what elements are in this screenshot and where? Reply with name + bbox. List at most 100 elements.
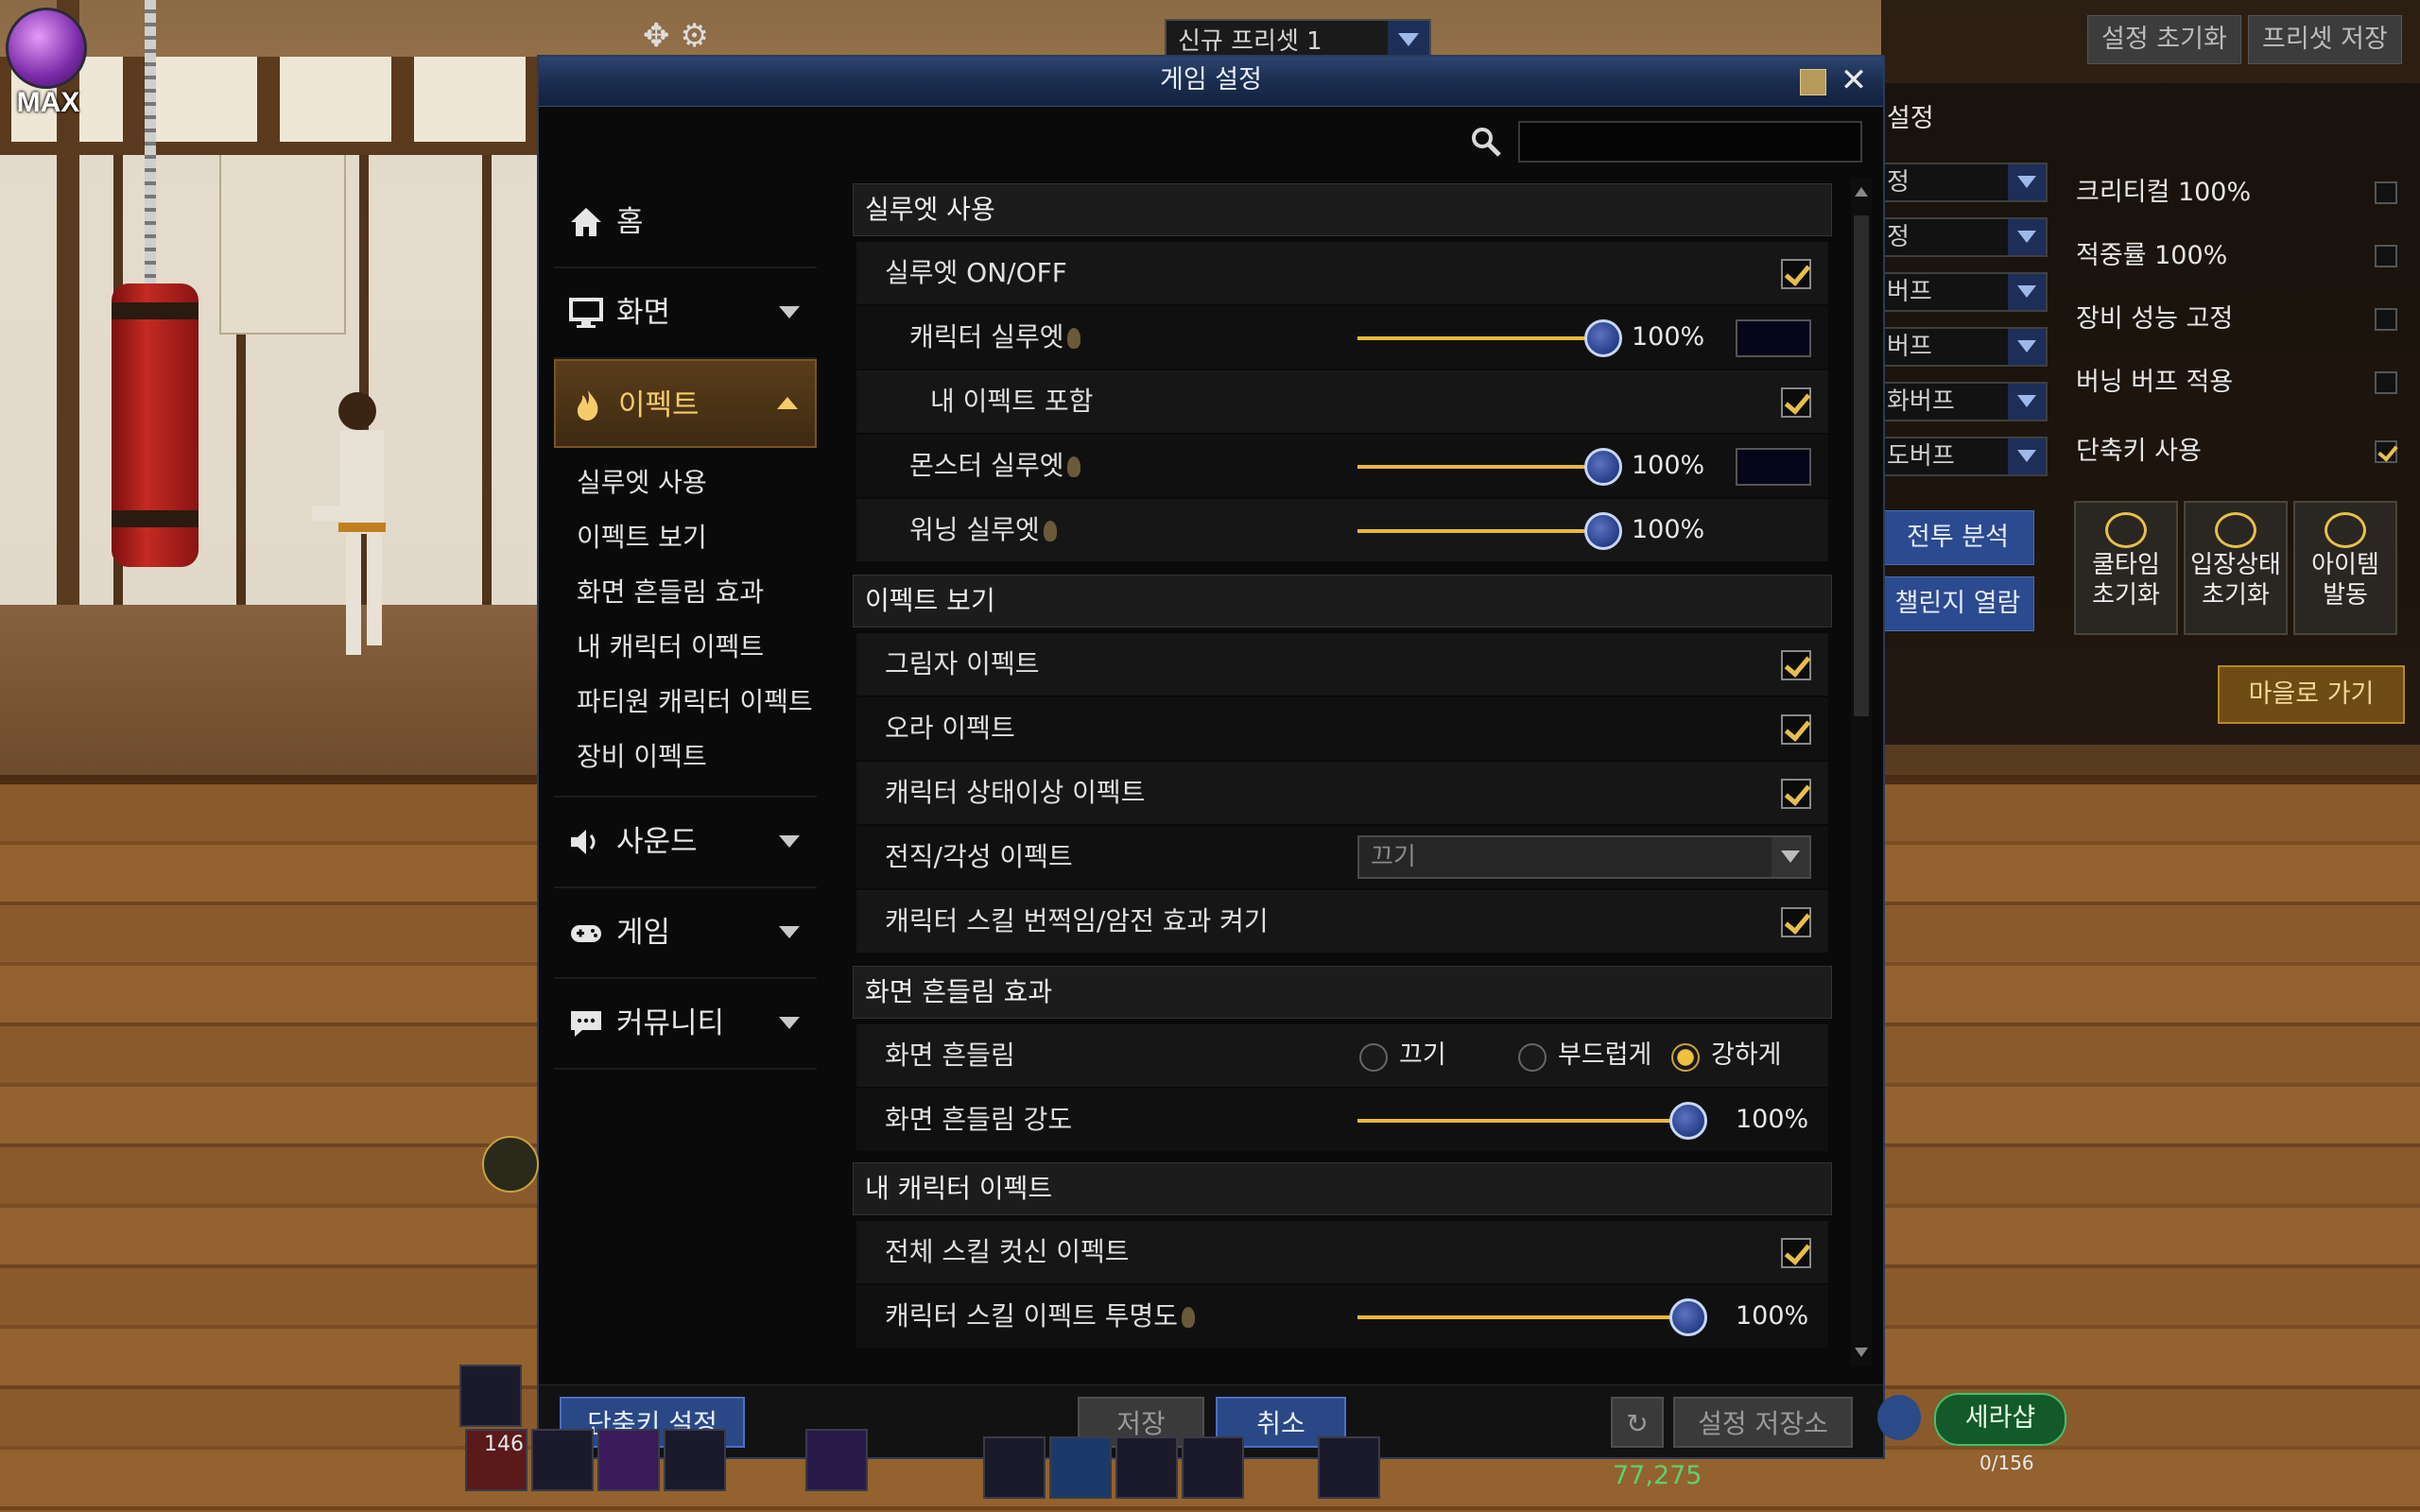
skill-slot[interactable] <box>1318 1436 1380 1499</box>
slider-knob[interactable] <box>1669 1102 1707 1140</box>
bell-icon[interactable] <box>1877 1395 1921 1440</box>
max-level-badge[interactable]: MAX <box>6 8 89 118</box>
checkbox-checked[interactable] <box>1781 779 1811 809</box>
skill-slot[interactable] <box>983 1436 1046 1499</box>
gear-icon[interactable]: ⚙ <box>680 17 708 55</box>
setting-dropdown[interactable]: 정 <box>1881 163 2048 202</box>
reset-settings-button[interactable]: 설정 초기화 <box>2087 15 2241 64</box>
reset-cooldown-tile[interactable]: 쿨타임 초기화 <box>2074 501 2178 635</box>
home-icon <box>571 208 601 236</box>
nav-sound[interactable]: 사운드 <box>554 796 817 888</box>
color-swatch[interactable] <box>1736 319 1811 357</box>
nav-sub-effect-view[interactable]: 이펙트 보기 <box>554 510 817 565</box>
panel-title: 설정 <box>1887 104 1934 133</box>
critical-100-row[interactable]: 크리티컬 100% <box>2076 174 2397 212</box>
setting-dropdown[interactable]: 버프 <box>1881 272 2048 312</box>
move-gear-icons[interactable]: ✥ ⚙ <box>643 17 709 55</box>
silhouette-onoff-row[interactable]: 실루엣 ON/OFF <box>856 242 1828 304</box>
checkbox[interactable] <box>2375 245 2397 267</box>
slider-knob[interactable] <box>1584 319 1622 357</box>
nav-sub-screen-shake[interactable]: 화면 흔들림 효과 <box>554 565 817 620</box>
buff-slot[interactable] <box>459 1365 522 1427</box>
setting-dropdown[interactable]: 도버프 <box>1881 437 2048 476</box>
scroll-down-icon[interactable] <box>1855 1348 1868 1357</box>
close-icon[interactable]: ✕ <box>1836 62 1872 98</box>
status-effect-row[interactable]: 캐릭터 상태이상 이펙트 <box>856 762 1828 824</box>
burning-buff-row[interactable]: 버닝 버프 적용 <box>2076 364 2397 402</box>
accuracy-100-row[interactable]: 적중률 100% <box>2076 237 2397 275</box>
skill-slot[interactable] <box>597 1429 660 1491</box>
nav-community[interactable]: 커뮤니티 <box>554 979 817 1070</box>
nav-sub-my-character[interactable]: 내 캐릭터 이펙트 <box>554 620 817 675</box>
fix-gear-row[interactable]: 장비 성능 고정 <box>2076 301 2397 338</box>
skill-slot[interactable] <box>664 1429 726 1491</box>
checkbox-checked[interactable] <box>1781 387 1811 418</box>
crown-gem-icon <box>6 8 87 89</box>
char-silhouette-slider[interactable] <box>1357 336 1603 340</box>
skill-slot[interactable] <box>531 1429 594 1491</box>
nav-screen-label: 화면 <box>616 296 671 330</box>
warning-silhouette-slider[interactable] <box>1357 529 1603 533</box>
setting-dropdown[interactable]: 버프 <box>1881 327 2048 367</box>
save-preset-button[interactable]: 프리셋 저장 <box>2248 15 2402 64</box>
skill-opacity-slider[interactable] <box>1357 1315 1688 1319</box>
nav-effect[interactable]: 이펙트 <box>554 359 817 448</box>
scroll-thumb[interactable] <box>1854 215 1869 716</box>
shadow-effect-row[interactable]: 그림자 이펙트 <box>856 633 1828 696</box>
skill-slot[interactable] <box>805 1429 868 1491</box>
radio-strong-selected[interactable] <box>1671 1043 1700 1072</box>
challenge-view-button[interactable]: 챌린지 열람 <box>1881 576 2034 631</box>
skill-cutin-row[interactable]: 전체 스킬 컷신 이펙트 <box>856 1221 1828 1283</box>
checkbox-checked[interactable] <box>1781 907 1811 937</box>
skill-slot[interactable] <box>1049 1436 1112 1499</box>
nav-sub-party-character[interactable]: 파티원 캐릭터 이펙트 <box>554 675 817 730</box>
move-icon[interactable]: ✥ <box>643 17 670 55</box>
go-to-town-button[interactable]: 마을로 가기 <box>2218 665 2405 724</box>
refresh-icon[interactable]: ↻ <box>1611 1397 1664 1448</box>
section-header-silhouette: 실루엣 사용 <box>853 183 1832 236</box>
dialog-titlebar[interactable]: 게임 설정 ✕ <box>539 57 1883 107</box>
content-scrollbar[interactable] <box>1851 178 1872 1366</box>
nav-home[interactable]: 홈 <box>554 178 817 268</box>
checkbox[interactable] <box>2375 181 2397 204</box>
nav-screen[interactable]: 화면 <box>554 268 817 359</box>
setting-dropdown[interactable]: 화버프 <box>1881 382 2048 421</box>
skill-flash-row[interactable]: 캐릭터 스킬 번쩍임/암전 효과 켜기 <box>856 890 1828 953</box>
radio-off[interactable] <box>1359 1043 1388 1072</box>
nav-game[interactable]: 게임 <box>554 888 817 979</box>
checkbox-checked[interactable] <box>1781 714 1811 745</box>
skill-slot[interactable] <box>1182 1436 1244 1499</box>
slider-knob[interactable] <box>1584 512 1622 550</box>
nav-sub-equipment[interactable]: 장비 이펙트 <box>554 730 817 784</box>
monster-silhouette-slider[interactable] <box>1357 465 1603 469</box>
color-swatch[interactable] <box>1736 448 1811 486</box>
aura-effect-row[interactable]: 오라 이펙트 <box>856 697 1828 760</box>
slider-knob[interactable] <box>1584 448 1622 486</box>
skill-slot[interactable]: 146 <box>465 1429 527 1491</box>
shake-intensity-slider[interactable] <box>1357 1119 1688 1123</box>
checkbox-checked[interactable] <box>2375 440 2397 463</box>
nav-sub-silhouette[interactable]: 실루엣 사용 <box>554 455 817 510</box>
pin-icon[interactable] <box>1800 69 1826 95</box>
checkbox[interactable] <box>2375 308 2397 331</box>
setting-dropdown[interactable]: 정 <box>1881 217 2048 257</box>
hotkey-use-row[interactable]: 단축키 사용 <box>2076 433 2397 471</box>
item-trigger-tile[interactable]: 아이템 발동 <box>2293 501 2397 635</box>
slider-knob[interactable] <box>1669 1298 1707 1336</box>
checkbox-checked[interactable] <box>1781 259 1811 289</box>
emblem-icon[interactable] <box>482 1136 539 1193</box>
checkbox[interactable] <box>2375 371 2397 394</box>
section-header-my-character: 내 캐릭터 이펙트 <box>853 1162 1832 1215</box>
battle-analysis-button[interactable]: 전투 분석 <box>1881 510 2034 565</box>
include-my-effect-row[interactable]: 내 이펙트 포함 <box>856 370 1828 433</box>
cera-shop-button[interactable]: 세라샵 <box>1934 1393 2066 1446</box>
search-input[interactable] <box>1518 121 1862 163</box>
checkbox-checked[interactable] <box>1781 650 1811 680</box>
awakening-effect-select[interactable]: 끄기 <box>1357 835 1811 879</box>
checkbox-checked[interactable] <box>1781 1238 1811 1268</box>
radio-soft[interactable] <box>1518 1043 1547 1072</box>
settings-storage-button[interactable]: 설정 저장소 <box>1673 1397 1853 1448</box>
scroll-up-icon[interactable] <box>1855 187 1868 197</box>
skill-slot[interactable] <box>1115 1436 1178 1499</box>
reset-entry-state-tile[interactable]: 입장상태 초기화 <box>2184 501 2288 635</box>
